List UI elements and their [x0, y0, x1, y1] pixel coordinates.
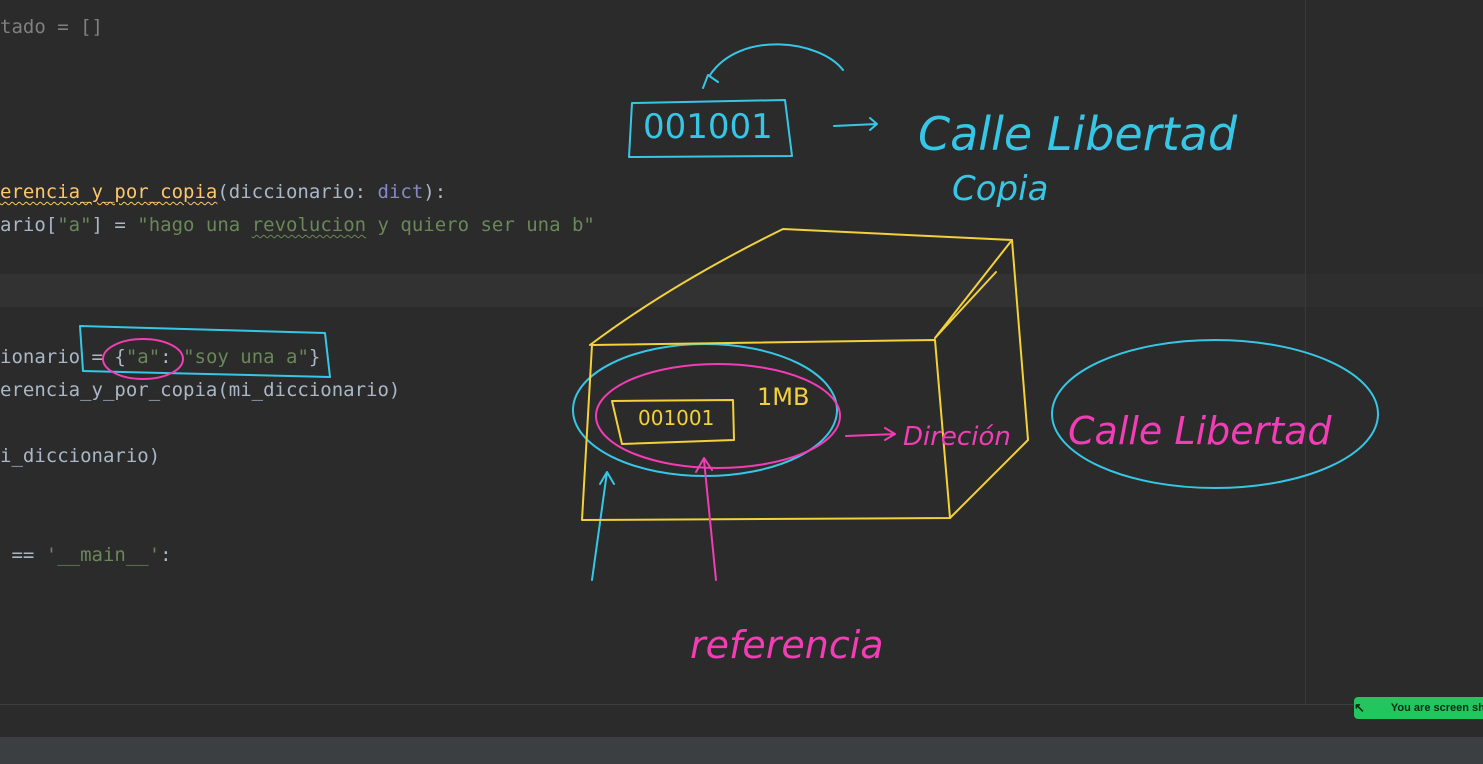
code-token: tado = [] [0, 16, 103, 38]
string-literal: "hago una [137, 214, 252, 236]
code-text[interactable]: tado = [] erencia_y_por_copia(diccionari… [0, 0, 1300, 566]
code-token: == [0, 544, 46, 566]
function-call: erencia_y_por_copia [0, 379, 218, 401]
code-line[interactable]: == '__main__': [0, 539, 172, 572]
string-literal: "a" [125, 346, 161, 368]
code-token: ionario = { [0, 346, 126, 368]
code-token: : [160, 346, 184, 368]
code-token: ario[ [0, 214, 58, 236]
current-line-highlight-gutter [1306, 274, 1483, 307]
code-line[interactable]: erencia_y_por_copia(mi_diccionario) [0, 374, 400, 407]
string-literal-typo: revolucion [251, 214, 367, 236]
code-line[interactable]: erencia_y_por_copia(diccionario: dict): [0, 176, 446, 209]
code-line[interactable]: ario["a"] = "hago una revolucion y quier… [0, 209, 595, 242]
screen-sharing-text: You are screen sharing [1390, 702, 1483, 714]
code-token: : [160, 544, 172, 566]
code-token: i_diccionario) [0, 445, 161, 467]
arrow-icon: ↖ [1354, 700, 1365, 715]
code-editor[interactable]: tado = [] erencia_y_por_copia(diccionari… [0, 0, 1483, 704]
function-name: erencia_y_por_copia [0, 181, 218, 203]
code-line[interactable]: tado = [] [0, 11, 103, 44]
code-token: ): [423, 181, 447, 203]
code-line[interactable]: ionario = {"a": "soy una a"} [0, 341, 320, 374]
code-token: (diccionario: [217, 181, 378, 203]
code-token: (mi_diccionario) [217, 379, 401, 401]
reference-text: referencia [690, 623, 884, 667]
code-token: } [308, 346, 321, 368]
string-literal: "soy una a" [183, 346, 309, 368]
code-line[interactable]: i_diccionario) [0, 440, 160, 473]
editor-footer [0, 705, 1483, 737]
bottom-tool-bar [0, 737, 1483, 764]
code-token: ] = [91, 214, 138, 236]
type-hint: dict [377, 181, 424, 203]
string-literal: '__main__' [45, 544, 161, 566]
screen-sharing-badge[interactable]: ↖ You are screen sharing [1354, 697, 1483, 719]
string-literal: y quiero ser una b" [366, 214, 595, 236]
right-margin-guide [1305, 0, 1306, 704]
string-literal: "a" [57, 214, 92, 236]
